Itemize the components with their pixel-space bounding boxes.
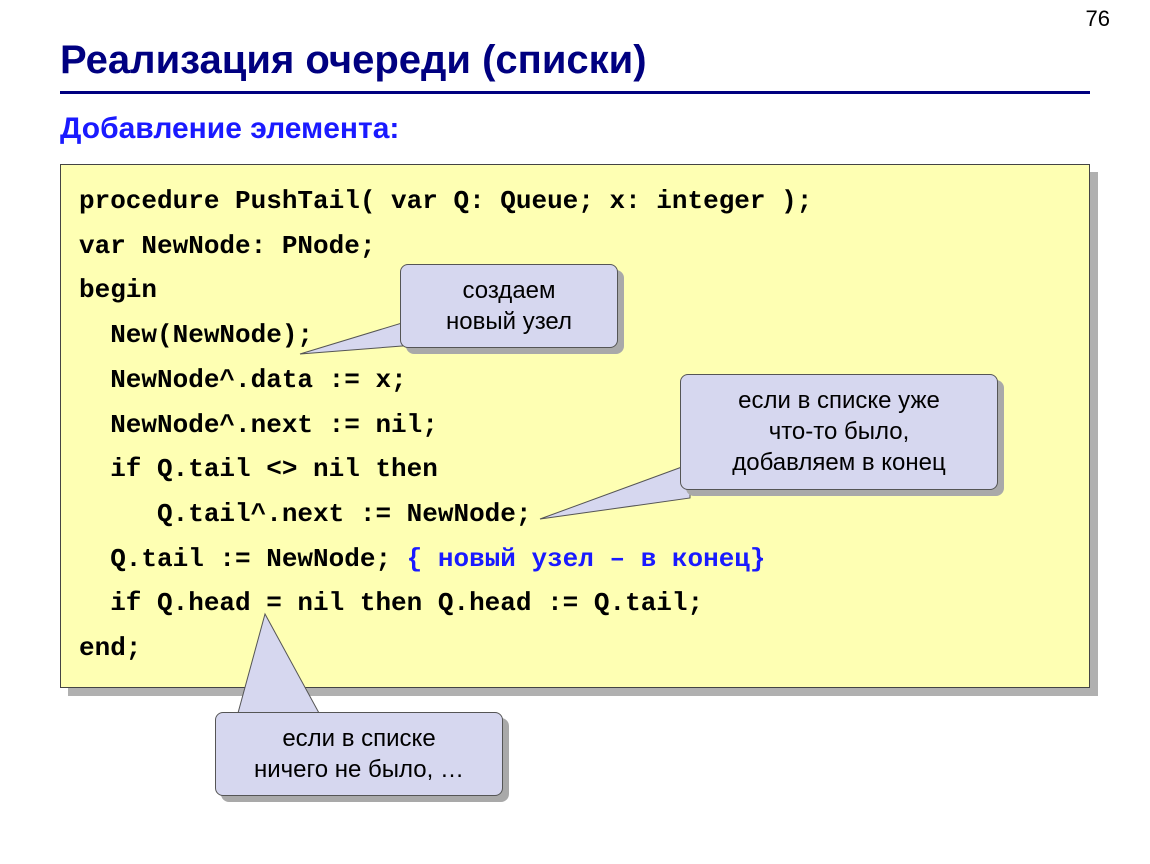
callout-empty-list: если в списке ничего не было, …: [215, 712, 503, 796]
code-line: NewNode^.next := nil;: [79, 410, 438, 440]
code-line: end;: [79, 633, 141, 663]
title-underline: [60, 91, 1090, 94]
code-line: var NewNode: PNode;: [79, 231, 375, 261]
callout-create-node: создаем новый узел: [400, 264, 618, 348]
callout-text: если в списке уже: [738, 387, 940, 414]
callout-append-tail: если в списке уже что-то было, добавляем…: [680, 374, 998, 490]
callout-text: если в списке: [282, 725, 435, 752]
code-line: NewNode^.data := x;: [79, 365, 407, 395]
page-number: 76: [1086, 6, 1110, 32]
code-line: procedure PushTail( var Q: Queue; x: int…: [79, 186, 812, 216]
code-comment: { новый узел – в конец}: [407, 544, 766, 574]
slide: 76 Реализация очереди (списки) Добавлени…: [0, 0, 1150, 864]
section-subtitle: Добавление элемента:: [60, 112, 1090, 146]
code-line: if Q.head = nil then Q.head := Q.tail;: [79, 588, 703, 618]
callout-text: что-то было,: [769, 418, 910, 445]
code-block-wrapper: procedure PushTail( var Q: Queue; x: int…: [60, 164, 1090, 688]
callout-text: ничего не было, …: [254, 756, 464, 783]
code-line: New(NewNode);: [79, 320, 313, 350]
callout-text: создаем: [462, 277, 555, 304]
callout-text: добавляем в конец: [732, 449, 946, 476]
code-line: begin: [79, 275, 157, 305]
code-line: if Q.tail <> nil then: [79, 454, 438, 484]
slide-title: Реализация очереди (списки): [60, 38, 1090, 83]
callout-text: новый узел: [446, 308, 572, 335]
code-line: Q.tail^.next := NewNode;: [79, 499, 531, 529]
code-line: Q.tail := NewNode;: [79, 544, 407, 574]
